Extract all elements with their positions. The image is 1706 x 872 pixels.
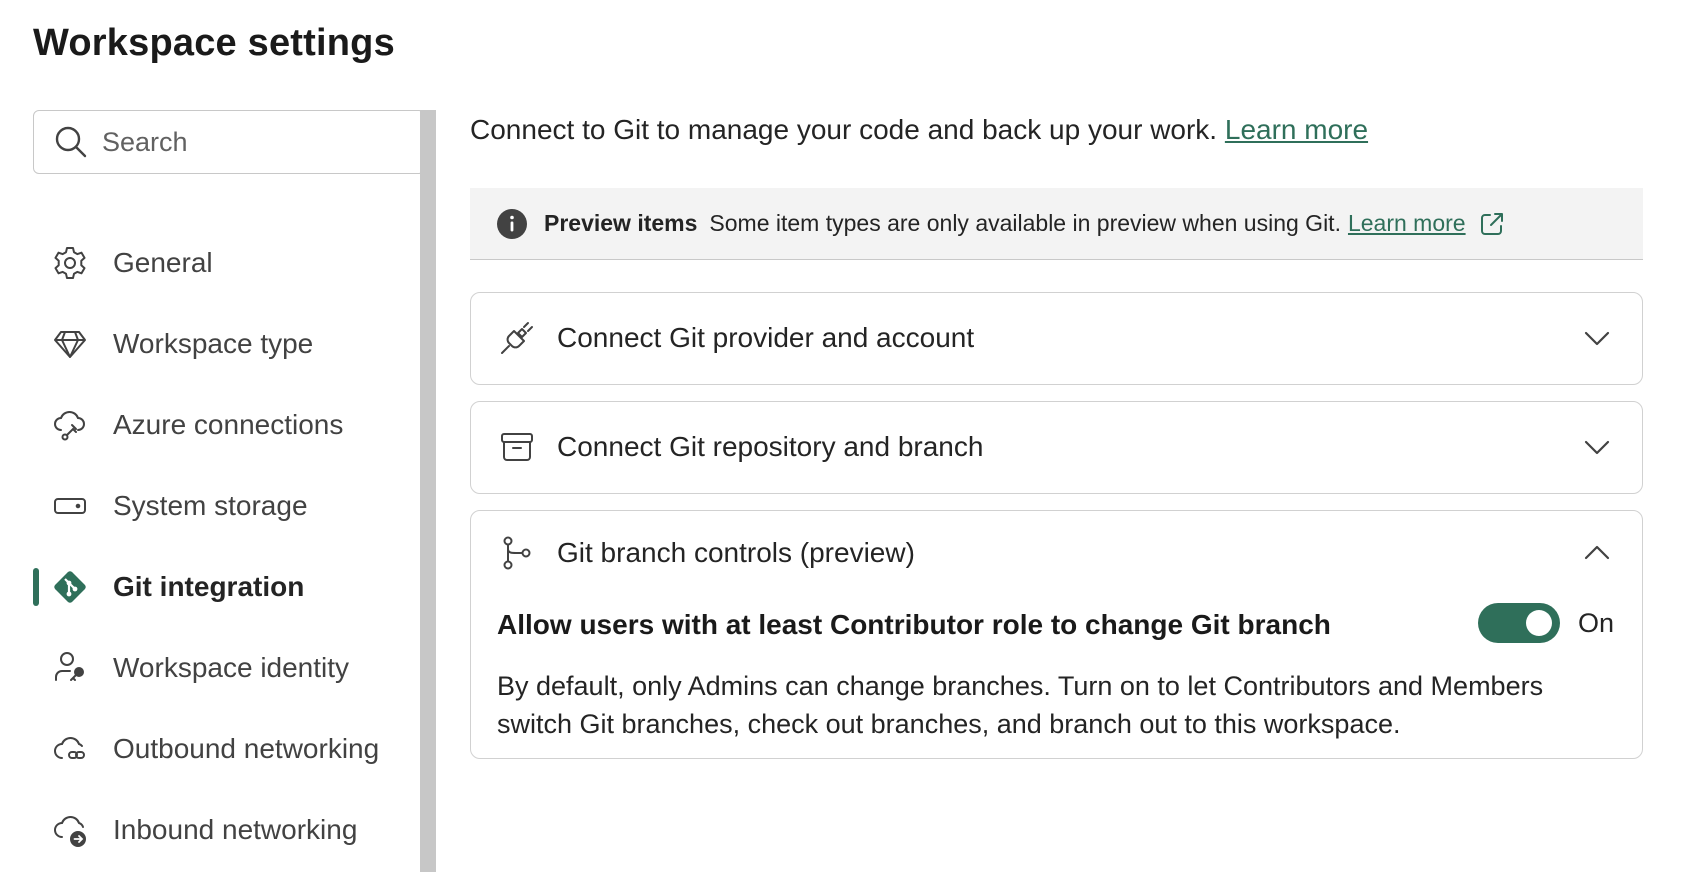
toggle-label: On: [1577, 607, 1614, 638]
setting-description: By default, only Admins can change branc…: [497, 671, 1544, 739]
sidebar-item-azure-connections[interactable]: Azure connections: [33, 384, 413, 465]
cloud-plug-icon: [51, 406, 89, 444]
toggle-wrap: On: [1477, 603, 1614, 643]
intro-text: Connect to Git to manage your code and b…: [470, 114, 1368, 146]
sidebar-item-general[interactable]: General: [33, 222, 413, 303]
search-box[interactable]: [33, 110, 425, 174]
chevron-down-icon[interactable]: [1582, 323, 1612, 353]
sidebar-nav: General Workspace type Azure connections…: [33, 222, 413, 870]
storage-icon: [51, 487, 89, 525]
page-title: Workspace settings: [33, 22, 395, 64]
section-title: Git branch controls (preview): [557, 537, 915, 568]
sidebar-item-workspace-identity[interactable]: Workspace identity: [33, 627, 413, 708]
section-git-provider-header[interactable]: Connect Git provider and account: [471, 293, 1642, 383]
section-git-branch-controls: Git branch controls (preview) Allow user…: [470, 510, 1643, 759]
sidebar-item-outbound-networking[interactable]: Outbound networking: [33, 708, 413, 789]
branch-icon: [503, 536, 531, 570]
cloud-link-icon: [51, 730, 89, 768]
sidebar-item-label: System storage: [113, 489, 308, 521]
learn-more-link[interactable]: Learn more: [1225, 114, 1368, 145]
sidebar-item-label: Workspace type: [113, 327, 314, 359]
chevron-up-icon[interactable]: [1582, 538, 1612, 568]
toggle-knob: [1525, 610, 1552, 636]
sidebar-item-label: Outbound networking: [113, 732, 380, 764]
search-input[interactable]: [102, 126, 402, 158]
search-icon: [55, 126, 87, 158]
sidebar-item-label: Azure connections: [113, 408, 344, 440]
sidebar-item-label: Git integration: [113, 570, 305, 602]
sidebar-item-system-storage[interactable]: System storage: [33, 465, 413, 546]
diamond-icon: [51, 325, 89, 363]
git-icon: [51, 568, 89, 606]
banner-title: Preview items: [544, 210, 698, 236]
sidebar-item-workspace-type[interactable]: Workspace type: [33, 303, 413, 384]
archive-icon: [501, 433, 533, 461]
section-title: Connect Git repository and branch: [557, 431, 984, 462]
sidebar-item-label: General: [113, 246, 213, 278]
section-title: Connect Git provider and account: [557, 322, 975, 353]
section-git-repository-header[interactable]: Connect Git repository and branch: [471, 402, 1642, 492]
person-key-icon: [51, 649, 89, 687]
sidebar-scrollbar[interactable]: [420, 110, 436, 872]
intro-description: Connect to Git to manage your code and b…: [470, 114, 1218, 145]
sidebar-item-label: Inbound networking: [113, 813, 358, 845]
section-git-provider: Connect Git provider and account: [470, 292, 1643, 385]
sidebar-item-label: Workspace identity: [113, 651, 350, 683]
cloud-arrow-icon: [51, 811, 89, 849]
section-git-repository: Connect Git repository and branch: [470, 401, 1643, 494]
setting-title: Allow users with at least Contributor ro…: [497, 609, 1331, 640]
branch-change-toggle[interactable]: [1477, 603, 1560, 643]
banner-learn-more-link[interactable]: Learn more: [1348, 210, 1466, 237]
plug-icon: [501, 322, 533, 354]
branch-setting-row: Allow users with at least Contributor ro…: [471, 595, 1642, 651]
chevron-down-icon[interactable]: [1582, 432, 1612, 462]
gear-icon: [51, 244, 89, 282]
preview-banner: Preview items Some item types are only a…: [470, 188, 1643, 260]
banner-text: Some item types are only available in pr…: [709, 210, 1341, 236]
section-git-branch-controls-header[interactable]: Git branch controls (preview): [471, 511, 1642, 595]
external-link-icon[interactable]: [1478, 210, 1506, 238]
info-icon: [497, 208, 527, 239]
sidebar-item-inbound-networking[interactable]: Inbound networking: [33, 789, 413, 870]
sidebar-item-git-integration[interactable]: Git integration: [33, 546, 413, 627]
